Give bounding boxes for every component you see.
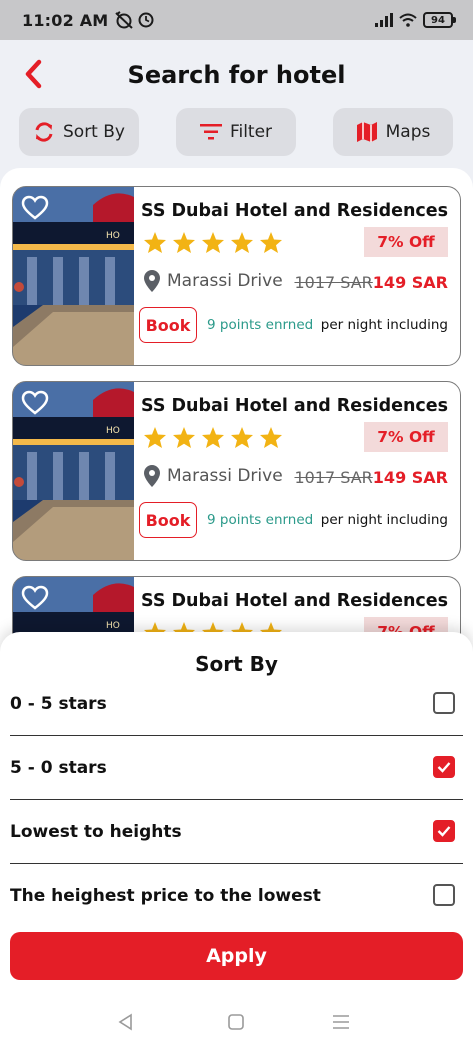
svg-text:HO: HO: [106, 621, 120, 631]
sort-option-label: 0 - 5 stars: [10, 694, 107, 714]
star-icon: [202, 232, 224, 253]
hotel-location: Marassi Drive: [143, 464, 283, 488]
discount-badge: 7% Off: [364, 227, 448, 257]
filter-icon: [199, 124, 222, 140]
sort-option-label: The heighest price to the lowest: [10, 886, 321, 906]
star-icon: [202, 427, 224, 448]
checkbox-unchecked[interactable]: [433, 692, 455, 714]
star-icon: [231, 232, 253, 253]
sort-option-lowest-to-highest[interactable]: Lowest to heights: [10, 800, 463, 864]
location-text: Marassi Drive: [167, 466, 283, 486]
old-price: 1017 SAR: [294, 468, 373, 487]
sort-bottom-sheet: Sort By 0 - 5 stars 5 - 0 stars Lowest t…: [0, 632, 473, 1050]
checkbox-checked[interactable]: [433, 756, 455, 778]
hotel-name: SS Dubai Hotel and Residences: [141, 201, 449, 221]
hotel-name: SS Dubai Hotel and Residences: [141, 396, 449, 416]
svg-text:HO: HO: [106, 426, 120, 436]
heart-icon[interactable]: [21, 585, 49, 611]
price: 1017 SAR149 SAR: [294, 273, 448, 292]
star-rating: [143, 231, 283, 254]
page-title: Search for hotel: [127, 61, 346, 89]
checkmark-icon: [437, 762, 451, 773]
heart-icon[interactable]: [21, 195, 49, 221]
book-button[interactable]: Book: [139, 502, 197, 538]
star-icon: [231, 427, 253, 448]
star-icon: [144, 232, 166, 253]
star-icon: [260, 232, 282, 253]
star-icon: [173, 232, 195, 253]
checkbox-checked[interactable]: [433, 820, 455, 842]
status-bar: 11:02 AM 94: [0, 0, 473, 40]
nav-home-icon[interactable]: [226, 1012, 246, 1032]
clock-icon: [138, 12, 154, 28]
system-nav-bar: [0, 996, 473, 1050]
price: 1017 SAR149 SAR: [294, 468, 448, 487]
maps-button[interactable]: Maps: [333, 108, 453, 156]
star-icon: [173, 427, 195, 448]
sort-by-button[interactable]: Sort By: [19, 108, 139, 156]
location-pin-icon: [144, 465, 160, 487]
back-arrow-icon[interactable]: [22, 58, 46, 90]
sort-by-label: Sort By: [63, 122, 125, 142]
hotel-name: SS Dubai Hotel and Residences: [141, 591, 449, 611]
wifi-icon: [399, 13, 417, 27]
points-earned: 9 points enrned: [207, 317, 314, 333]
per-night-note: per night including: [320, 317, 448, 333]
sort-option-5-0-stars[interactable]: 5 - 0 stars: [10, 736, 463, 800]
star-icon: [144, 427, 166, 448]
star-icon: [260, 427, 282, 448]
book-button[interactable]: Book: [139, 307, 197, 343]
alarm-off-icon: [115, 11, 134, 29]
app-header: Search for hotel: [0, 40, 473, 110]
toolbar-chips: Sort By Filter Maps: [0, 108, 473, 156]
hotel-card[interactable]: HO SS Dubai Hotel and Residences 7% Off …: [12, 381, 461, 561]
sort-option-0-5-stars[interactable]: 0 - 5 stars: [10, 672, 463, 736]
checkbox-unchecked[interactable]: [433, 884, 455, 906]
new-price: 149 SAR: [372, 273, 448, 292]
sort-option-highest-price[interactable]: The heighest price to the lowest: [10, 864, 463, 928]
nav-back-icon[interactable]: [116, 1012, 136, 1032]
nav-menu-icon[interactable]: [331, 1012, 351, 1032]
old-price: 1017 SAR: [294, 273, 373, 292]
location-pin-icon: [144, 270, 160, 292]
status-time: 11:02 AM: [22, 10, 109, 30]
signal-icon: [375, 13, 393, 27]
per-night-note: per night including: [320, 512, 448, 528]
location-text: Marassi Drive: [167, 271, 283, 291]
points-earned: 9 points enrned: [207, 512, 314, 528]
hotel-location: Marassi Drive: [143, 269, 283, 293]
filter-label: Filter: [229, 122, 273, 142]
sort-refresh-icon: [35, 122, 53, 142]
maps-label: Maps: [385, 122, 431, 142]
filter-button[interactable]: Filter: [176, 108, 296, 156]
sort-option-label: Lowest to heights: [10, 822, 182, 842]
apply-button[interactable]: Apply: [10, 932, 463, 980]
map-icon: [356, 122, 377, 142]
checkmark-icon: [437, 826, 451, 837]
discount-badge: 7% Off: [364, 422, 448, 452]
hotel-card[interactable]: HO SS Dubai Hotel and Residences 7% Off …: [12, 186, 461, 366]
svg-text:HO: HO: [106, 231, 120, 241]
sort-option-label: 5 - 0 stars: [10, 758, 107, 778]
heart-icon[interactable]: [21, 390, 49, 416]
new-price: 149 SAR: [372, 468, 448, 487]
battery-icon: 94: [423, 12, 456, 28]
star-rating: [143, 426, 283, 449]
